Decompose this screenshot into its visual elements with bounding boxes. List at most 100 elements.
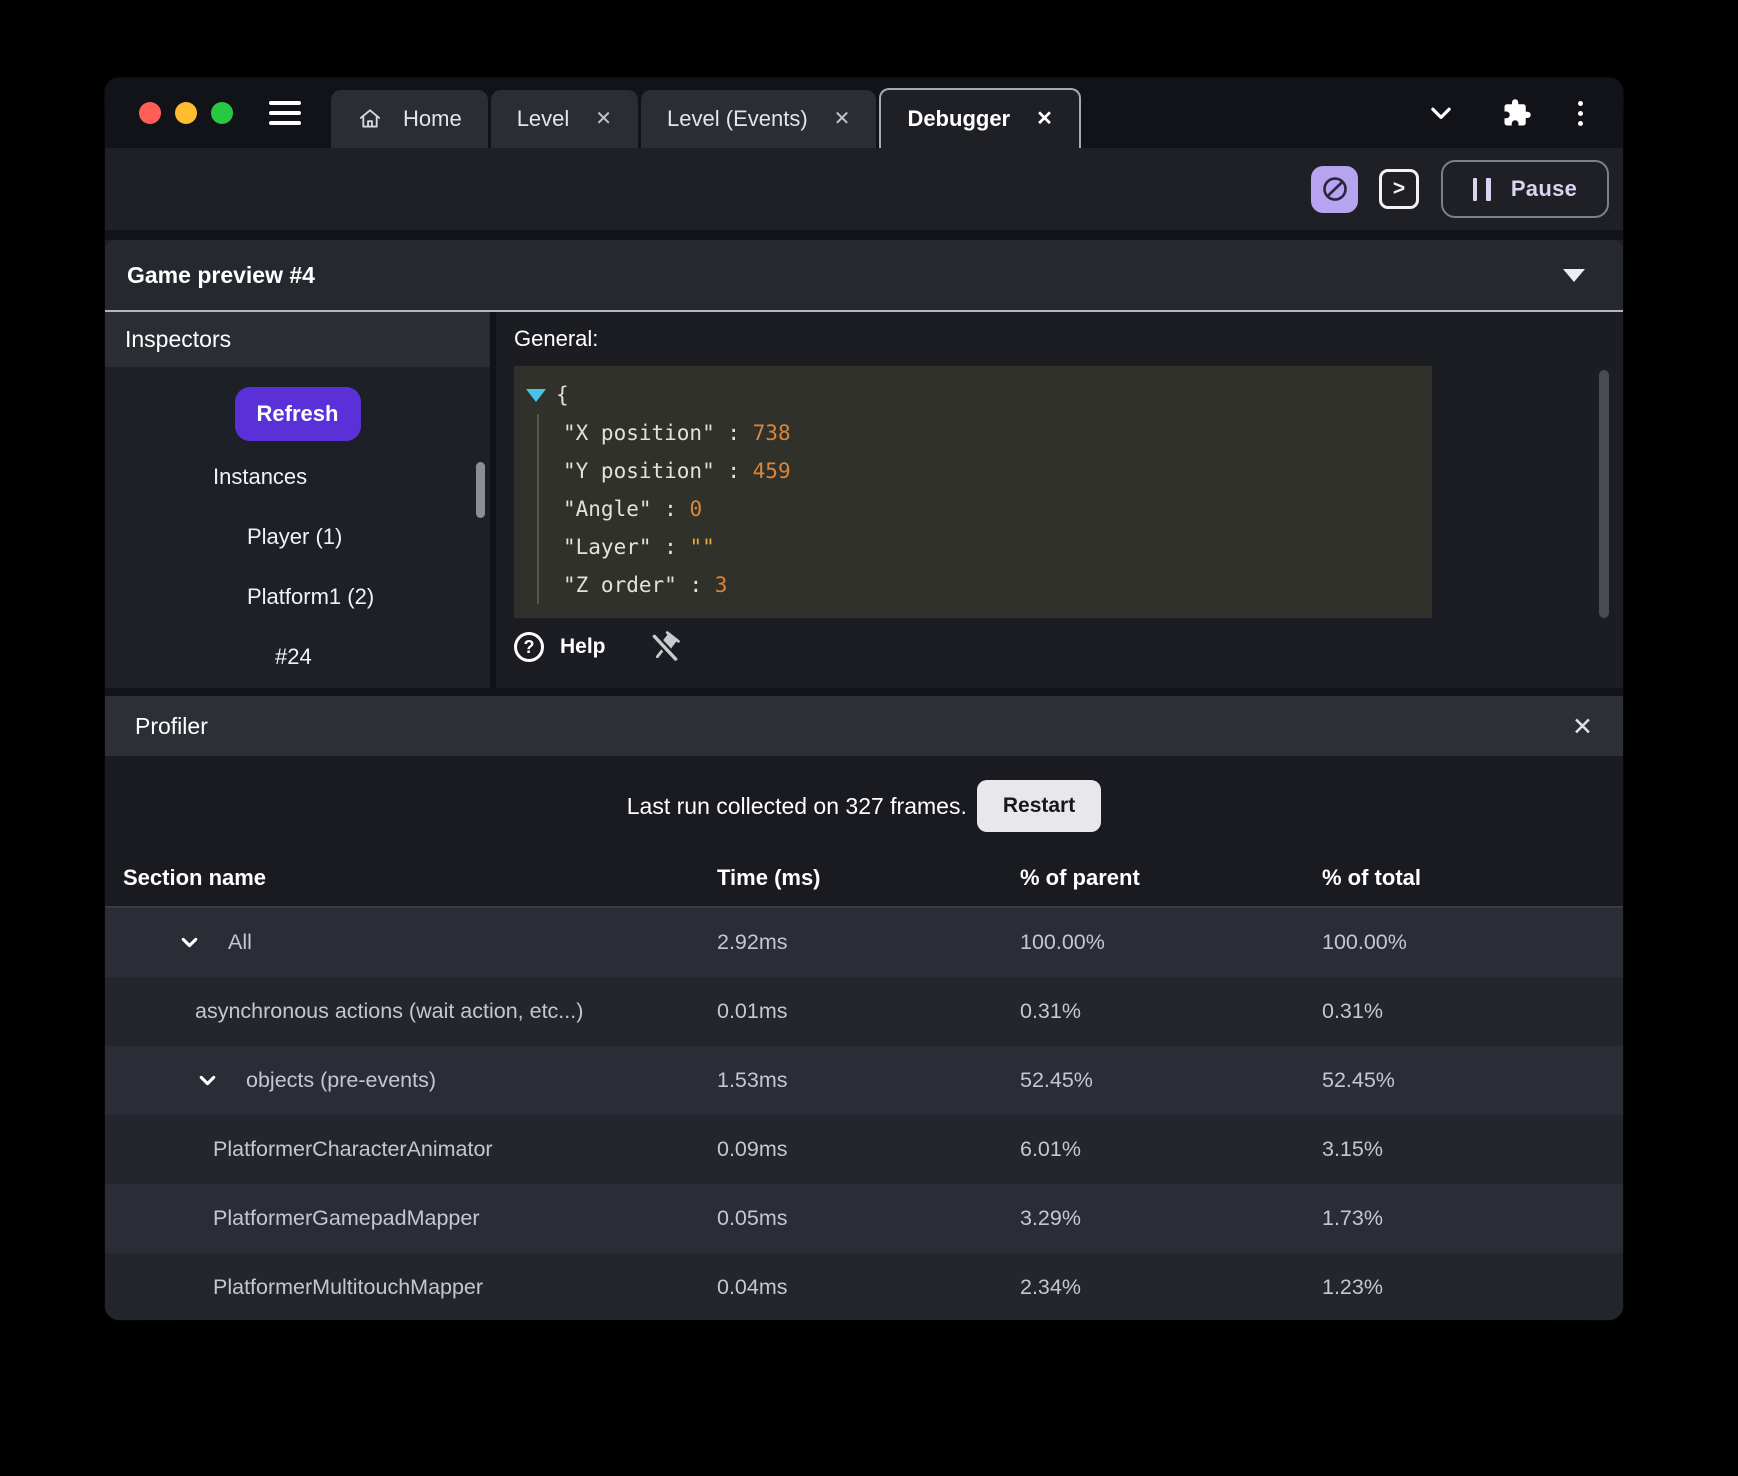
hamburger-menu-icon[interactable] — [269, 101, 301, 125]
profiler-title: Profiler — [135, 712, 208, 739]
tab[interactable]: Level (Events) ✕ — [641, 90, 877, 148]
general-section-title: General: — [514, 326, 599, 351]
inspector-item-label: #24 — [275, 644, 312, 669]
property-value: 0 — [689, 497, 703, 521]
tab-label: Home — [403, 106, 462, 131]
chevron-down-icon[interactable] — [1426, 98, 1456, 128]
unpin-icon[interactable] — [648, 630, 682, 664]
profiler-table-row[interactable]: All 2.92ms 100.00% 100.00% — [105, 908, 1623, 977]
section-percent-total: 1.23% — [1322, 1275, 1383, 1299]
property-value: 459 — [752, 459, 791, 483]
refresh-button[interactable]: Refresh — [234, 387, 361, 441]
property-value: "" — [689, 535, 715, 559]
restart-button[interactable]: Restart — [976, 780, 1102, 832]
section-percent-total: 52.45% — [1322, 1068, 1395, 1092]
general-scrollbar[interactable] — [1599, 370, 1609, 618]
pause-button[interactable]: Pause — [1441, 160, 1609, 218]
section-name: PlatformerGamepadMapper — [213, 1206, 480, 1230]
inspectors-scrollbar-thumb[interactable] — [476, 462, 485, 518]
property-key: "Angle" — [563, 497, 652, 521]
console-prompt-icon: > — [1392, 177, 1406, 200]
inspector-tree-item[interactable]: #24 — [105, 627, 490, 687]
section-percent-parent: 0.31% — [1020, 999, 1081, 1023]
section-name: objects (pre-events) — [246, 1068, 436, 1092]
section-name: PlatformerCharacterAnimator — [213, 1137, 493, 1161]
properties-json-view: { "X position" : 738 "Y position" : 459 … — [514, 366, 1432, 618]
console-button[interactable]: > — [1379, 169, 1419, 209]
tab-close-icon[interactable]: ✕ — [1036, 109, 1053, 129]
json-property-row[interactable]: "Z order" : 3 — [563, 566, 1432, 604]
profiler-table-header: Section name Time (ms) % of parent % of … — [105, 850, 1623, 906]
json-properties: "X position" : 738 "Y position" : 459 "A… — [537, 414, 1432, 604]
debugger-toolbar: > Pause — [105, 148, 1623, 230]
tab-close-icon[interactable]: ✕ — [595, 109, 612, 129]
speedometer-icon — [1322, 177, 1347, 201]
json-property-row[interactable]: "Layer" : "" — [563, 528, 1432, 566]
section-percent-parent: 100.00% — [1020, 930, 1105, 954]
property-value: 3 — [714, 573, 728, 597]
profiler-table-row[interactable]: PlatformerCharacterAnimator 0.09ms 6.01%… — [105, 1115, 1623, 1184]
section-name: PlatformerMultitouchMapper — [213, 1275, 484, 1299]
column-header-section: Section name — [123, 865, 267, 890]
inspector-tree-item[interactable]: Platform1 (2) — [105, 567, 490, 627]
profiler-header: Profiler ✕ — [105, 696, 1623, 756]
tab-label: Level — [516, 106, 570, 131]
help-link[interactable]: Help — [560, 635, 606, 659]
game-preview-header[interactable]: Game preview #4 — [105, 240, 1623, 312]
tab-strip: Home ✕ Level ✕ — [331, 78, 1406, 148]
profiler-table-row[interactable]: asynchronous actions (wait action, etc..… — [105, 977, 1623, 1046]
section-percent-parent: 2.34% — [1020, 1275, 1081, 1299]
section-percent-parent: 3.29% — [1020, 1206, 1081, 1230]
profiler-close-icon[interactable]: ✕ — [1572, 712, 1593, 741]
inspector-item-label: Instances — [213, 464, 308, 489]
traffic-light-zoom[interactable] — [211, 102, 233, 124]
tab[interactable]: Debugger ✕ — [879, 88, 1081, 148]
json-property-row[interactable]: "Angle" : 0 — [563, 490, 1432, 528]
tab-close-icon[interactable]: ✕ — [834, 109, 851, 129]
property-key: "Y position" — [563, 459, 715, 483]
titlebar-actions — [1426, 98, 1583, 128]
extensions-puzzle-icon[interactable] — [1502, 98, 1532, 128]
home-icon — [357, 106, 383, 132]
inspector-tree: Instances Player (1) Platform1 (2) #24 — [105, 447, 490, 687]
section-time: 0.01ms — [717, 999, 788, 1023]
section-percent-parent: 6.01% — [1020, 1137, 1081, 1161]
profiler-table-row[interactable]: PlatformerGamepadMapper 0.05ms 3.29% 1.7… — [105, 1184, 1623, 1253]
profiler-status-text: Last run collected on 327 frames. — [626, 792, 967, 819]
dropdown-caret-icon[interactable] — [1563, 268, 1585, 282]
expand-triangle-icon[interactable] — [526, 388, 546, 402]
profiler-toggle-button[interactable] — [1311, 165, 1358, 213]
inspector-tree-item[interactable]: Player (1) — [105, 507, 490, 567]
inspector-item-label: Player (1) — [247, 524, 343, 549]
game-preview-title: Game preview #4 — [127, 261, 315, 288]
tab-label: Level (Events) — [667, 106, 808, 131]
json-property-row[interactable]: "X position" : 738 — [563, 414, 1432, 452]
property-key: "Z order" — [563, 573, 677, 597]
profiler-table-row[interactable]: PlatformerMultitouchMapper 0.04ms 2.34% … — [105, 1253, 1623, 1320]
chevron-down-icon[interactable] — [195, 1068, 220, 1093]
profiler-table-row[interactable]: objects (pre-events) 1.53ms 52.45% 52.45… — [105, 1046, 1623, 1115]
inspectors-panel-header: Inspectors — [105, 312, 490, 367]
traffic-light-minimize[interactable] — [175, 102, 197, 124]
column-header-parent: % of parent — [1020, 865, 1140, 890]
inspectors-panel: Inspectors Refresh Instances Player (1) — [105, 312, 490, 688]
section-name: All — [228, 930, 252, 954]
kebab-menu-icon[interactable] — [1578, 100, 1583, 126]
inspector-tree-item[interactable]: Instances — [105, 447, 490, 507]
profiler-status-row: Last run collected on 327 frames. Restar… — [105, 780, 1623, 832]
tab[interactable]: Level ✕ — [490, 90, 639, 148]
inspectors-title: Inspectors — [125, 326, 232, 352]
traffic-light-close[interactable] — [139, 102, 161, 124]
help-icon[interactable]: ? — [514, 632, 544, 662]
property-key: "X position" — [563, 421, 715, 445]
general-panel: General: { "X position" : 738 "Y positio… — [496, 312, 1623, 688]
section-percent-total: 3.15% — [1322, 1137, 1383, 1161]
section-time: 0.09ms — [717, 1137, 788, 1161]
tab[interactable]: Home ✕ — [331, 90, 488, 148]
json-property-row[interactable]: "Y position" : 459 — [563, 452, 1432, 490]
inspector-item-label: Platform1 (2) — [247, 584, 375, 609]
section-name: asynchronous actions (wait action, etc..… — [195, 999, 584, 1023]
tab-bar: Home ✕ Level ✕ — [105, 78, 1623, 148]
chevron-down-icon[interactable] — [177, 930, 202, 955]
section-time: 2.92ms — [717, 930, 788, 954]
